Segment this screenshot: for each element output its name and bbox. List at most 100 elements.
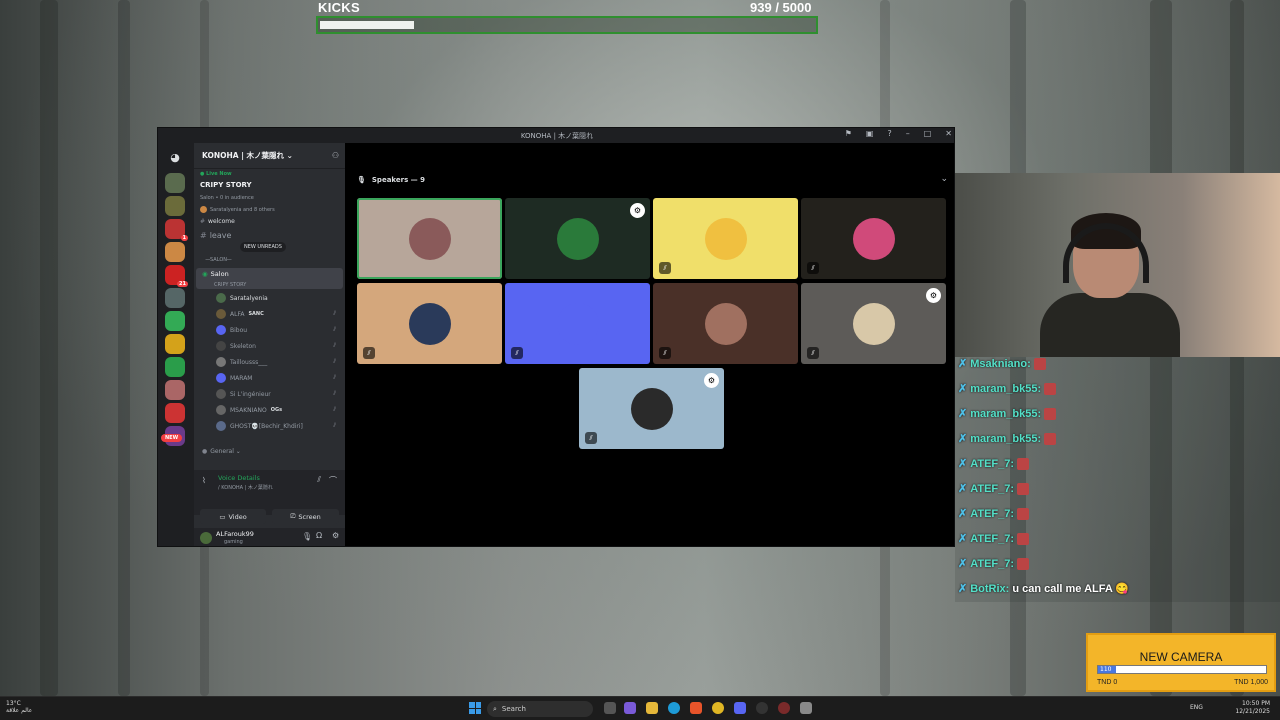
speaker-2-tile[interactable]: ⚙ — [505, 198, 650, 279]
server-icon[interactable] — [165, 357, 185, 377]
sword-badge-icon: ✗ — [958, 358, 968, 370]
new-camera-title: NEW CAMERA — [1139, 650, 1223, 664]
channel-salon[interactable]: ◉ Salon — [202, 270, 229, 278]
screen-icon[interactable]: ▣ — [866, 129, 874, 138]
member-name: MARAM — [230, 374, 253, 382]
server-name: KONOHA | 木ノ葉隠れ ⌄ — [202, 151, 293, 160]
microphone-icon[interactable]: 🎙 — [302, 532, 312, 541]
taskbar-search[interactable]: ⌕ Search — [487, 701, 593, 717]
avatar — [408, 217, 451, 260]
speaker-5-tile[interactable]: ⫽ — [357, 283, 502, 364]
server-icon[interactable] — [165, 334, 185, 354]
screen-share-button[interactable]: ⎚ Screen — [272, 509, 339, 524]
server-icon[interactable]: 1 — [165, 219, 188, 241]
noise-suppression-icon[interactable]: ⫽ — [317, 475, 321, 485]
voice-member[interactable]: MSAKNIANO OGs ⫽ — [216, 405, 336, 415]
minimize-button[interactable]: – — [906, 129, 910, 138]
voice-member[interactable]: Si L'ingénieur ⫽ — [216, 389, 336, 399]
speaker-9-tile[interactable]: ⫽ ⚙ — [579, 368, 724, 449]
video-button[interactable]: ▭ Video — [200, 509, 266, 524]
new-unreads-pill[interactable]: NEW UNREADS — [240, 242, 286, 252]
speakers-header[interactable]: 🎙 Speakers — 9 — [357, 176, 425, 184]
server-icon[interactable] — [165, 403, 185, 423]
avatar[interactable] — [200, 532, 212, 544]
chat-username: ATEF_7: — [970, 532, 1015, 545]
muted-mic-icon: ⫽ — [585, 432, 597, 444]
server-icon[interactable] — [165, 288, 185, 308]
server-icon[interactable] — [165, 173, 185, 193]
weather-widget[interactable]: 13°C عالم علاقة — [6, 700, 32, 714]
inbox-icon[interactable]: ⚑ — [845, 129, 852, 138]
server-icon[interactable] — [165, 242, 185, 262]
chat-text: u can call me ALFA 😋 — [1012, 583, 1130, 595]
signal-icon[interactable]: ⌇ — [202, 476, 206, 485]
muted-mic-icon: ⫽ — [659, 262, 671, 274]
stage-view: 🎙 Speakers — 9 ⌄ ⚙ ⫽ ⫽ ⫽ ⫽ ⫽ ⫽ ⚙ ⫽ ⚙ — [345, 143, 954, 546]
category-general[interactable]: ● General ⌄ — [202, 448, 241, 455]
server-icon[interactable] — [165, 311, 185, 331]
stage-meta: Salon • 0 in audience — [200, 195, 254, 201]
obs-icon[interactable] — [756, 702, 768, 714]
app-icon[interactable] — [800, 702, 812, 714]
speaker-1-tile[interactable] — [357, 198, 502, 279]
stage-title[interactable]: CRIPY STORY — [200, 181, 252, 189]
voice-member[interactable]: MARAM ⫽ — [216, 373, 336, 383]
channel-sidebar: KONOHA | 木ノ葉隠れ ⌄ ⚇ ● Live Now CRIPY STORY… — [194, 143, 345, 546]
help-icon[interactable]: ? — [887, 129, 891, 138]
channel-leave[interactable]: # leave — [200, 231, 231, 240]
server-icon[interactable]: 21 — [165, 265, 188, 287]
chat-username: maram_bk55: — [970, 382, 1042, 395]
speaker-3-tile[interactable]: ⫽ — [653, 198, 798, 279]
window-title: KONOHA | 木ノ葉隠れ — [520, 131, 594, 140]
edge-icon[interactable] — [668, 702, 680, 714]
voice-member[interactable]: Bibou ⫽ — [216, 325, 336, 335]
member-name: MSAKNIANO — [230, 406, 267, 414]
user-status: gaming — [224, 539, 243, 545]
avatar — [216, 341, 226, 351]
brave-icon[interactable] — [690, 702, 702, 714]
voice-member[interactable]: ALFA SANC ⫽ — [216, 309, 336, 319]
headphones-icon[interactable]: Ω — [316, 531, 322, 540]
emote-icon — [1017, 507, 1030, 520]
windows-start-icon[interactable] — [469, 702, 481, 714]
voice-member[interactable]: Skeleton ⫽ — [216, 341, 336, 351]
server-icon[interactable] — [165, 196, 185, 216]
maximize-button[interactable]: □ — [924, 129, 932, 138]
chat-message: ✗ BotRix: u can call me ALFA 😋 — [958, 582, 1130, 596]
camera-icon: ▭ — [219, 512, 226, 521]
voice-details-link[interactable]: Voice Details — [218, 474, 260, 482]
file-explorer-icon[interactable] — [646, 702, 658, 714]
new-badge[interactable]: NEW — [161, 434, 183, 442]
app-icon[interactable] — [778, 702, 790, 714]
category-salon[interactable]: ╶─SALON─╴ — [204, 257, 233, 263]
avatar — [216, 373, 226, 383]
speaker-6-tile[interactable]: ⫽ — [505, 283, 650, 364]
channel-welcome[interactable]: # welcome — [200, 218, 235, 225]
speaker-8-tile[interactable]: ⫽ ⚙ — [801, 283, 946, 364]
task-view-icon[interactable] — [604, 702, 616, 714]
close-button[interactable]: ✕ — [945, 129, 952, 138]
collapse-chevron-icon[interactable]: ⌄ — [940, 174, 948, 184]
unread-badge: 1 — [180, 235, 188, 241]
discord-icon[interactable] — [734, 702, 746, 714]
add-member-icon[interactable]: ⚇ — [332, 151, 339, 160]
settings-gear-icon[interactable]: ⚙ — [332, 531, 339, 540]
sword-badge-icon: ✗ — [958, 583, 968, 595]
voice-member[interactable]: Taillousss___ ⫽ — [216, 357, 336, 367]
server-icon[interactable] — [165, 380, 185, 400]
copilot-icon[interactable] — [624, 702, 636, 714]
chrome-icon[interactable] — [712, 702, 724, 714]
speaker-7-tile[interactable]: ⫽ — [653, 283, 798, 364]
muted-mic-icon: ⫽ — [659, 347, 671, 359]
muted-mic-icon: ⫽ — [807, 262, 819, 274]
speaker-4-tile[interactable]: ⫽ — [801, 198, 946, 279]
clock[interactable]: 10:50 PM 12/21/2025 — [1235, 700, 1270, 716]
voice-member[interactable]: GHOST💀[Bechir_Khdiri] ⫽ — [216, 421, 336, 431]
language-indicator[interactable]: ENG — [1190, 704, 1203, 711]
discord-home-icon[interactable]: ◕ — [165, 148, 185, 168]
voice-member[interactable]: Saratalyenia — [216, 293, 336, 303]
chat-username: ATEF_7: — [970, 557, 1015, 570]
avatar — [216, 405, 226, 415]
server-header[interactable]: KONOHA | 木ノ葉隠れ ⌄ ⚇ — [194, 143, 345, 169]
disconnect-icon[interactable]: ⌒ — [329, 475, 337, 486]
